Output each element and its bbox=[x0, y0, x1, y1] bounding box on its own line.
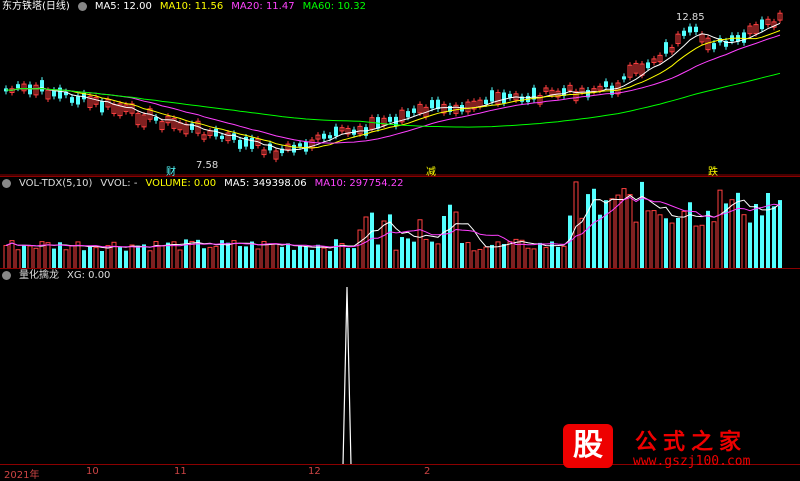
kline-header: 东方铁塔(日线) MA5: 12.00 MA10: 11.56 MA20: 11… bbox=[0, 0, 366, 14]
logo-name: 公式之家 bbox=[635, 430, 748, 455]
kline-pane[interactable]: 东方铁塔(日线) MA5: 12.00 MA10: 11.56 MA20: 11… bbox=[0, 0, 800, 178]
settings-icon[interactable] bbox=[77, 2, 87, 11]
volume-pane[interactable]: VOL-TDX(5,10) VVOL: - VOLUME: 0.00 MA5: … bbox=[0, 176, 800, 269]
watermark-logo: 股 公式之家 www.gszj100.com bbox=[555, 420, 795, 476]
logo-url: www.gszj100.com bbox=[633, 454, 751, 469]
high-price-label: 12.85 bbox=[676, 12, 705, 23]
axis-label-10: 10 bbox=[86, 466, 99, 477]
low-price-label: 7.58 bbox=[196, 160, 219, 171]
ma60-label: MA60: 10.32 bbox=[302, 1, 366, 12]
stock-name[interactable]: 东方铁塔(日线) bbox=[2, 0, 70, 14]
logo-gu: 股 bbox=[563, 424, 613, 468]
axis-label-11: 11 bbox=[174, 466, 187, 477]
vol-title[interactable]: VOL-TDX(5,10) bbox=[19, 177, 92, 191]
vol-ma10-label: MA10: 297754.22 bbox=[314, 178, 404, 189]
volume-header: VOL-TDX(5,10) VVOL: - VOLUME: 0.00 MA5: … bbox=[0, 177, 403, 191]
vvol-label: VVOL: - bbox=[100, 178, 138, 189]
xg-label: XG: 0.00 bbox=[67, 270, 111, 281]
settings-icon[interactable] bbox=[2, 271, 11, 280]
indicator-header: 量化擒龙 XG: 0.00 bbox=[0, 269, 110, 283]
axis-label-2021: 2021年 bbox=[4, 470, 40, 481]
axis-label-12: 12 bbox=[308, 466, 321, 477]
ma20-label: MA20: 11.47 bbox=[231, 1, 295, 12]
ma5-label: MA5: 12.00 bbox=[94, 1, 152, 12]
ma10-label: MA10: 11.56 bbox=[159, 1, 224, 12]
kline-chart bbox=[0, 10, 800, 176]
settings-icon[interactable] bbox=[2, 179, 11, 188]
axis-label-2: 2 bbox=[424, 466, 431, 477]
indicator-title[interactable]: 量化擒龙 bbox=[19, 269, 59, 283]
vol-ma5-label: MA5: 349398.06 bbox=[224, 178, 307, 189]
volume-label: VOLUME: 0.00 bbox=[145, 178, 217, 189]
